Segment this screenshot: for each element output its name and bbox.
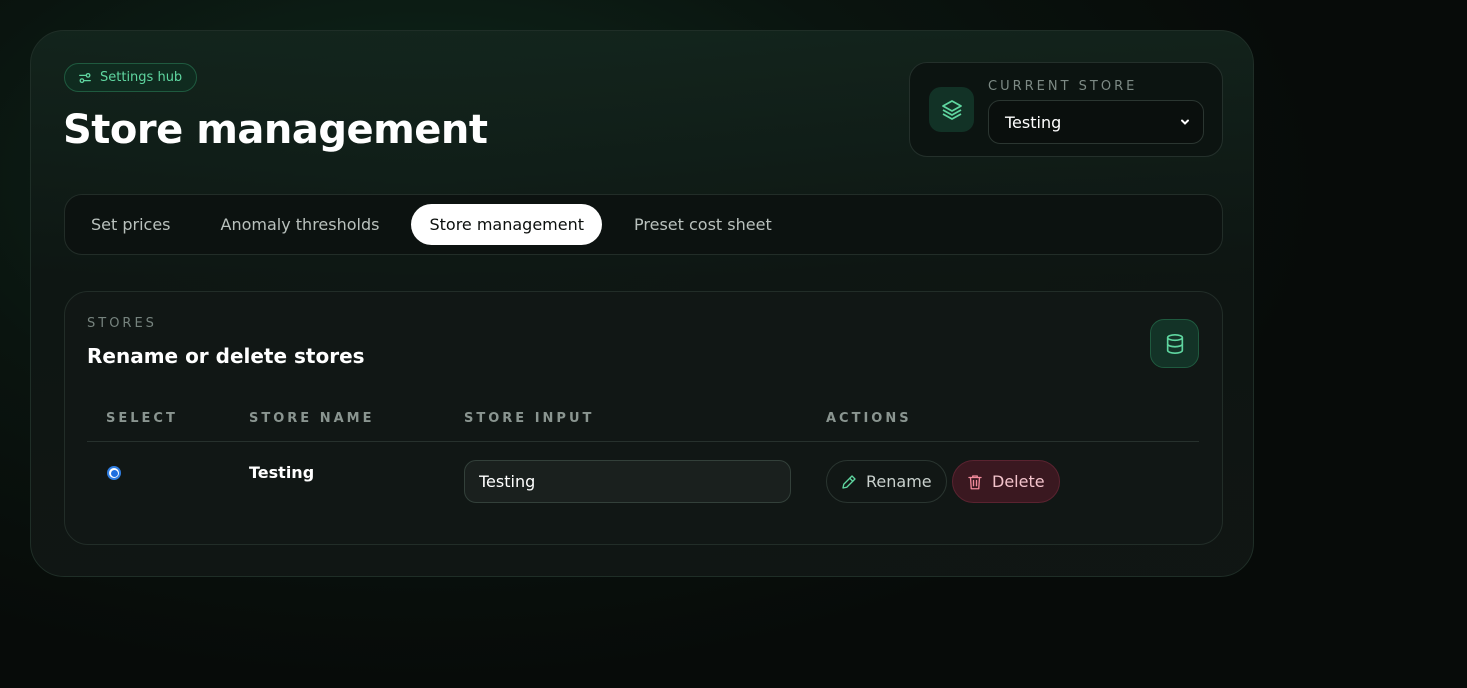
column-header-actions: ACTIONS bbox=[826, 411, 912, 426]
sliders-icon bbox=[79, 72, 91, 83]
current-store-card: CURRENT STORE Testing bbox=[909, 62, 1223, 157]
database-icon bbox=[1150, 319, 1199, 368]
store-name-input[interactable] bbox=[464, 460, 791, 503]
stores-section-label: STORES bbox=[87, 316, 157, 331]
settings-panel: Settings hub Store management CURRENT ST… bbox=[30, 30, 1254, 577]
layers-icon bbox=[929, 87, 974, 132]
store-select-radio[interactable] bbox=[107, 466, 121, 480]
table-divider bbox=[87, 441, 1199, 442]
page-title: Store management bbox=[63, 107, 488, 153]
tab-anomaly-thresholds[interactable]: Anomaly thresholds bbox=[203, 204, 398, 245]
stores-section-title: Rename or delete stores bbox=[87, 344, 365, 368]
settings-tabs: Set prices Anomaly thresholds Store mana… bbox=[64, 194, 1223, 255]
current-store-select[interactable]: Testing bbox=[988, 100, 1204, 144]
pencil-icon bbox=[842, 474, 856, 489]
delete-label: Delete bbox=[992, 472, 1045, 491]
trash-icon bbox=[968, 474, 982, 489]
current-store-value: Testing bbox=[1005, 112, 1062, 132]
current-store-label: CURRENT STORE bbox=[988, 79, 1138, 94]
column-header-store-name: STORE NAME bbox=[249, 411, 375, 426]
tab-preset-cost-sheet[interactable]: Preset cost sheet bbox=[616, 204, 790, 245]
rename-label: Rename bbox=[866, 472, 932, 491]
chevron-down-icon bbox=[1181, 119, 1189, 125]
tab-store-management[interactable]: Store management bbox=[411, 204, 603, 245]
settings-hub-badge: Settings hub bbox=[64, 63, 198, 92]
column-header-store-input: STORE INPUT bbox=[464, 411, 595, 426]
tab-set-prices[interactable]: Set prices bbox=[73, 204, 189, 245]
store-name-cell: Testing bbox=[249, 463, 315, 482]
rename-button[interactable]: Rename bbox=[826, 460, 947, 503]
stores-card: STORES Rename or delete stores SELECT ST… bbox=[64, 291, 1223, 545]
delete-button[interactable]: Delete bbox=[952, 460, 1060, 503]
settings-hub-label: Settings hub bbox=[100, 70, 183, 85]
column-header-select: SELECT bbox=[106, 411, 178, 426]
